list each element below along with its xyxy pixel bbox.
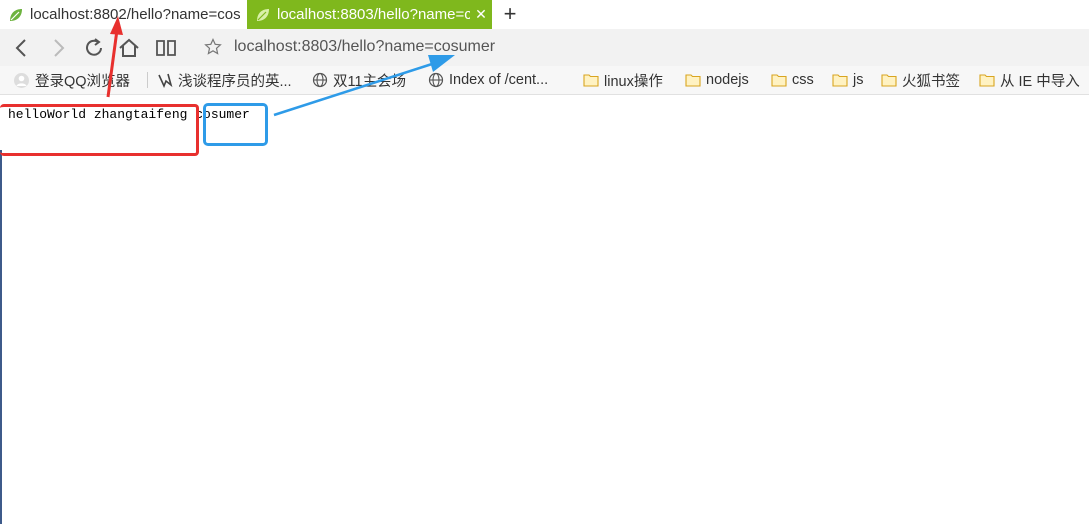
close-tab-icon[interactable]: ✕ [470, 6, 492, 23]
folder-icon [832, 74, 848, 87]
bookmark-label: nodejs [706, 72, 749, 88]
page-content: helloWorld zhangtaifeng cosumer [0, 95, 1089, 524]
bookmark-item[interactable]: nodejs [685, 66, 749, 94]
bookmarks-bar: 登录QQ浏览器 浅谈程序员的英... 双11主会场 Index of /cent… [0, 66, 1089, 95]
bookmark-label: js [853, 72, 864, 88]
bookmark-label: css [792, 72, 814, 88]
folder-icon [685, 74, 701, 87]
bookmark-label: 浅谈程序员的英... [178, 73, 292, 90]
user-icon [14, 72, 29, 88]
bookmark-item[interactable]: 火狐书签 [881, 66, 960, 94]
globe-icon [428, 72, 444, 88]
bookmark-item[interactable]: css [771, 66, 814, 94]
tab-title: localhost:8803/hello?name=cosumer [277, 6, 470, 23]
bookmark-separator [147, 72, 148, 88]
folder-icon [583, 74, 599, 87]
tab-strip: localhost:8802/hello?name=cosumer localh… [0, 0, 1089, 29]
bookmark-item[interactable]: linux操作 [583, 66, 663, 94]
bookmark-item[interactable]: Index of /cent... [428, 66, 548, 94]
globe-icon [312, 72, 328, 88]
red-highlight-box [0, 104, 199, 156]
star-icon[interactable] [204, 38, 222, 56]
bookmark-item[interactable]: 浅谈程序员的英... [157, 66, 292, 94]
forward-icon[interactable] [46, 36, 70, 60]
spring-leaf-icon [257, 8, 269, 21]
tab-title: localhost:8802/hello?name=cosumer [30, 6, 240, 23]
bookmark-label: 火狐书签 [902, 73, 960, 90]
bookmark-item[interactable]: 双11主会场 [312, 66, 406, 94]
spring-leaf-icon [10, 8, 22, 21]
bookmark-item[interactable]: js [832, 66, 863, 94]
tab-8803[interactable]: localhost:8803/hello?name=cosumer ✕ [247, 0, 492, 29]
bookmark-item[interactable]: 登录QQ浏览器 [13, 66, 130, 94]
bookmark-label: 双11主会场 [333, 73, 407, 90]
bookmark-label: Index of /cent... [449, 72, 549, 88]
navigation-toolbar: localhost:8803/hello?name=cosumer [0, 29, 1089, 66]
blue-highlight-box [203, 103, 268, 146]
address-bar[interactable]: localhost:8803/hello?name=cosumer [234, 38, 495, 56]
back-icon[interactable] [10, 36, 34, 60]
folder-icon [771, 74, 787, 87]
bookmark-label: 从 IE 中导入 [1000, 73, 1080, 90]
window-edge [0, 150, 2, 524]
reload-icon[interactable] [82, 36, 106, 60]
home-icon[interactable] [117, 36, 141, 60]
new-tab-button[interactable]: + [499, 2, 521, 26]
folder-icon [979, 74, 995, 87]
bookmark-label: 登录QQ浏览器 [35, 73, 131, 90]
folder-icon [881, 74, 897, 87]
tab-8802[interactable]: localhost:8802/hello?name=cosumer [0, 0, 240, 29]
bookmark-logo-icon [158, 73, 173, 88]
bookmark-item[interactable]: 从 IE 中导入 [979, 66, 1080, 94]
reading-view-icon[interactable] [154, 36, 178, 60]
bookmark-label: linux操作 [604, 73, 663, 90]
